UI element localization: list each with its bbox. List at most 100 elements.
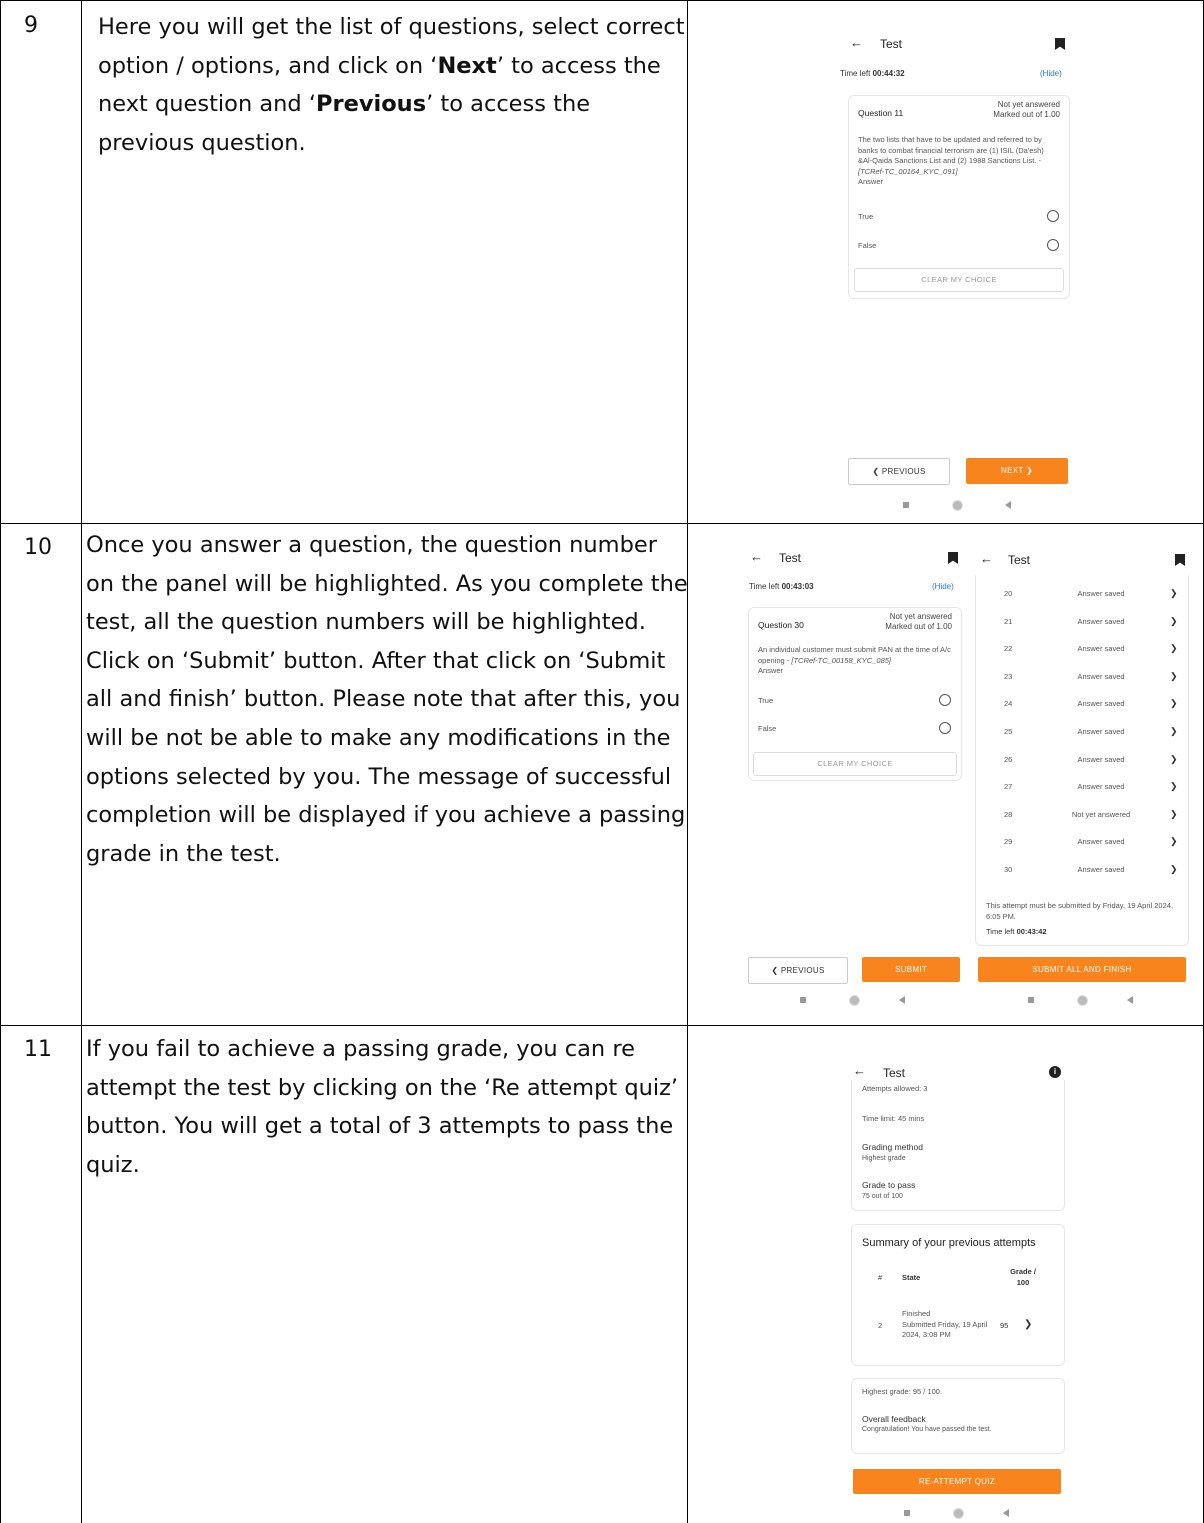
- question-ref: [TCRef-TC_00158_KYC_085]: [791, 655, 891, 665]
- submit-button[interactable]: SUBMIT: [862, 957, 960, 982]
- nav-recents-icon[interactable]: [1028, 997, 1034, 1003]
- time-left-value: 00:43:42: [1016, 927, 1047, 936]
- option-false-radio[interactable]: [939, 722, 951, 734]
- marks-text: Marked out of 1.00: [885, 622, 952, 631]
- chevron-right-icon: ❯: [1170, 698, 1178, 709]
- question-number: 21: [1004, 616, 1013, 626]
- col-grade: Grade / 100: [1010, 1267, 1036, 1287]
- nav-home-icon[interactable]: [952, 500, 963, 511]
- row-description: If you fail to achieve a passing grade, …: [86, 1036, 679, 1178]
- table-border-row2: [0, 1025, 1204, 1026]
- hide-timer-link[interactable]: (Hide): [1040, 69, 1062, 78]
- question-status: Answer saved: [1077, 616, 1125, 626]
- bookmark-icon[interactable]: [1175, 554, 1185, 566]
- question-card: Question 11 Not yet answered Marked out …: [848, 95, 1070, 299]
- screen-title: Test: [779, 551, 802, 565]
- table-border-col1: [81, 0, 82, 1523]
- question-panel-row[interactable]: 27 Answer saved ❯: [976, 778, 1188, 796]
- time-left: Time left 00:44:32: [840, 69, 905, 78]
- nav-back-icon[interactable]: [1127, 996, 1133, 1004]
- chevron-right-icon: ❯: [1170, 808, 1178, 819]
- question-status: Answer saved: [1077, 699, 1125, 709]
- phone-screen-question-30: ← Test Time left 00:43:03 (Hide) Questio…: [742, 545, 967, 1020]
- chevron-right-icon[interactable]: ❯: [1024, 1319, 1032, 1330]
- feedback-text: Congratulation! You have passed the test…: [862, 1426, 992, 1433]
- question-panel-row[interactable]: 29 Answer saved ❯: [976, 833, 1188, 851]
- nav-home-icon[interactable]: [849, 995, 860, 1006]
- desc-previous-word: Previous: [316, 91, 427, 118]
- clear-choice-button[interactable]: CLEAR MY CHOICE: [854, 268, 1064, 292]
- question-number: 25: [1004, 727, 1013, 736]
- submit-all-and-finish-button[interactable]: SUBMIT ALL AND FINISH: [978, 957, 1186, 982]
- next-button[interactable]: NEXT ❯: [966, 458, 1068, 484]
- table-border-row1: [0, 523, 1204, 524]
- nav-home-icon[interactable]: [953, 1508, 964, 1519]
- hide-timer-link[interactable]: (Hide): [932, 582, 954, 591]
- question-label: Question 11: [858, 108, 904, 118]
- previous-label: PREVIOUS: [780, 966, 825, 975]
- col-hash: #: [878, 1273, 883, 1282]
- grade-to-pass: 75 out of 100: [862, 1193, 903, 1200]
- question-ref: [TCRef-TC_00164_KYC_091]: [858, 166, 958, 176]
- time-left: Time left 00:43:42: [986, 927, 1047, 938]
- option-true-radio[interactable]: [939, 694, 951, 706]
- chevron-right-icon: ❯: [1170, 864, 1178, 874]
- previous-button[interactable]: ❮ PREVIOUS: [748, 957, 848, 984]
- grade-to-pass-label: Grade to pass: [862, 1180, 916, 1190]
- nav-recents-icon[interactable]: [800, 997, 806, 1003]
- reattempt-quiz-button[interactable]: RE-ATTEMPT QUIZ: [853, 1469, 1061, 1494]
- back-arrow-icon[interactable]: ←: [750, 549, 763, 564]
- question-status: Answer saved: [1077, 865, 1125, 874]
- question-panel-row[interactable]: 30 Answer saved ❯: [976, 861, 1188, 879]
- question-panel-row[interactable]: 21 Answer saved ❯: [976, 613, 1188, 631]
- desc-next-word: Next: [437, 52, 497, 79]
- previous-attempts-card: Summary of your previous attempts # Stat…: [851, 1224, 1065, 1366]
- nav-back-icon[interactable]: [1005, 501, 1011, 509]
- question-panel-row[interactable]: 22 Answer saved ❯: [976, 640, 1188, 658]
- back-arrow-icon[interactable]: ←: [980, 551, 993, 566]
- previous-label: PREVIOUS: [881, 467, 926, 476]
- question-panel-row[interactable]: 23 Answer saved ❯: [976, 668, 1188, 686]
- question-panel-row[interactable]: 28 Not yet answered ❯: [976, 806, 1188, 824]
- nav-recents-icon[interactable]: [903, 502, 909, 508]
- back-arrow-icon[interactable]: ←: [850, 35, 863, 50]
- bookmark-icon[interactable]: [948, 552, 958, 564]
- attempts-allowed: Attempts allowed: 3: [862, 1084, 928, 1093]
- status-text: Not yet answered: [889, 612, 952, 621]
- quiz-info-card: Attempts allowed: 3 Time limit: 45 mins …: [851, 1080, 1065, 1211]
- question-status: Answer saved: [1077, 644, 1125, 654]
- time-left-value: 00:44:32: [872, 69, 905, 78]
- bookmark-icon[interactable]: [1055, 38, 1065, 50]
- nav-recents-icon[interactable]: [904, 1510, 910, 1516]
- clear-choice-button[interactable]: CLEAR MY CHOICE: [753, 752, 957, 776]
- question-panel-row[interactable]: 25 Answer saved ❯: [976, 723, 1188, 741]
- chevron-right-icon: ❯: [1170, 726, 1178, 736]
- back-arrow-icon[interactable]: ←: [853, 1063, 866, 1078]
- time-left-label: Time left: [749, 582, 780, 591]
- nav-back-icon[interactable]: [899, 996, 905, 1004]
- chevron-right-icon: ❯: [1170, 588, 1178, 598]
- question-status: Answer saved: [1077, 727, 1125, 736]
- row-number: 10: [24, 535, 52, 560]
- previous-button[interactable]: ❮ PREVIOUS: [848, 458, 950, 485]
- question-number: 22: [1004, 644, 1013, 654]
- question-panel-row[interactable]: 24 Answer saved ❯: [976, 695, 1188, 713]
- chevron-left-icon: ❮: [872, 467, 880, 476]
- chevron-right-icon: ❯: [1170, 836, 1178, 847]
- phone-screen-question-11: ← Test Time left 00:44:32 (Hide) Questio…: [840, 30, 1075, 520]
- chevron-right-icon: ❯: [1025, 466, 1033, 475]
- info-icon[interactable]: i: [1049, 1066, 1061, 1078]
- nav-home-icon[interactable]: [1077, 995, 1088, 1006]
- question-status: Answer saved: [1077, 837, 1125, 847]
- question-status: Not yet answered Marked out of 1.00: [993, 100, 1060, 120]
- question-status: Not yet answered Marked out of 1.00: [885, 612, 952, 632]
- chevron-right-icon: ❯: [1170, 753, 1178, 764]
- option-false-radio[interactable]: [1047, 239, 1059, 251]
- question-panel-row[interactable]: 20 Answer saved ❯: [976, 585, 1188, 603]
- question-panel-row[interactable]: 26 Answer saved ❯: [976, 751, 1188, 769]
- option-true-label: True: [858, 212, 874, 221]
- question-number: 23: [1004, 671, 1013, 681]
- question-status: Answer saved: [1077, 671, 1125, 681]
- nav-back-icon[interactable]: [1003, 1509, 1009, 1517]
- option-true-radio[interactable]: [1047, 210, 1059, 222]
